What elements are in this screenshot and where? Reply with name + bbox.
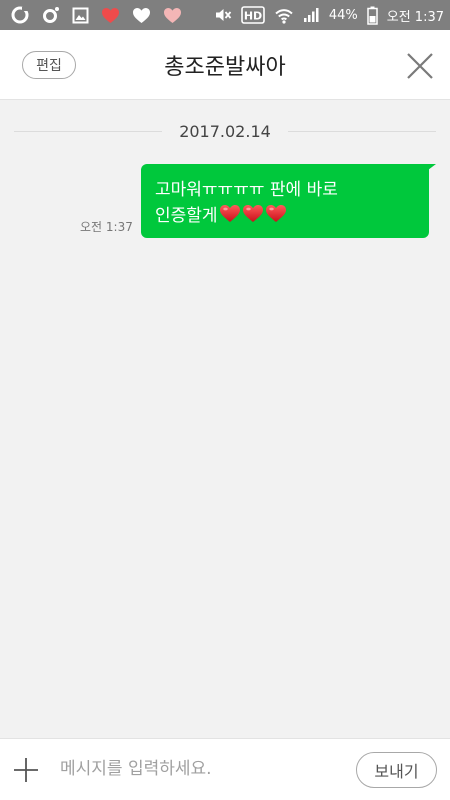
system-indicators: HD 44% 오전 1:37 xyxy=(214,4,444,26)
message-text-line1: 고마워ㅠㅠㅠㅠ 판에 바로 xyxy=(155,180,338,200)
hd-icon: HD xyxy=(241,6,265,24)
chat-header: 편집 총조준발싸아 xyxy=(0,30,450,100)
send-button[interactable]: 보내기 xyxy=(356,752,437,788)
heart-emoji-icon xyxy=(242,204,264,231)
heart-emoji-icon xyxy=(219,204,241,231)
sent-message-bubble[interactable]: 고마워ㅠㅠㅠㅠ 판에 바로 인증할게 xyxy=(141,164,429,238)
date-label: 2017.02.14 xyxy=(179,121,271,141)
chat-screen: HD 44% 오전 1:37 편집 총조준발싸아 2017.02.14 오전 1… xyxy=(0,0,450,800)
notification-icons xyxy=(10,4,182,26)
heart-icon xyxy=(101,7,120,24)
message-text-line2-row: 인증할게 xyxy=(155,203,415,231)
close-icon xyxy=(407,53,433,79)
message-input-bar: 보내기 xyxy=(0,738,450,800)
message-text-line2: 인증할게 xyxy=(155,206,218,226)
divider-line xyxy=(288,131,436,132)
close-button[interactable] xyxy=(404,50,436,82)
signal-icon xyxy=(303,7,320,23)
attach-button[interactable] xyxy=(12,756,40,784)
message-input[interactable] xyxy=(56,751,354,787)
status-time: 오전 1:37 xyxy=(386,9,444,25)
message-time: 오전 1:37 xyxy=(80,220,133,234)
o-circle-icon xyxy=(10,5,30,25)
heart-icon xyxy=(163,7,182,24)
battery-percent: 44% xyxy=(328,7,358,23)
heart-icon xyxy=(132,7,151,24)
image-icon xyxy=(72,7,89,24)
wifi-icon xyxy=(274,7,294,24)
status-bar: HD 44% 오전 1:37 xyxy=(0,0,450,30)
svg-text:HD: HD xyxy=(244,10,262,23)
heart-emoji-icon xyxy=(265,204,287,231)
plus-icon xyxy=(14,758,38,782)
chat-title: 총조준발싸아 xyxy=(164,55,286,80)
battery-icon xyxy=(367,6,378,25)
date-divider: 2017.02.14 xyxy=(0,118,450,144)
mute-icon xyxy=(214,7,232,23)
o-dot-icon xyxy=(42,6,60,24)
divider-line xyxy=(14,131,162,132)
edit-button[interactable]: 편집 xyxy=(22,51,76,79)
message-list[interactable]: 2017.02.14 오전 1:37 고마워ㅠㅠㅠㅠ 판에 바로 인증할게 xyxy=(0,100,450,738)
